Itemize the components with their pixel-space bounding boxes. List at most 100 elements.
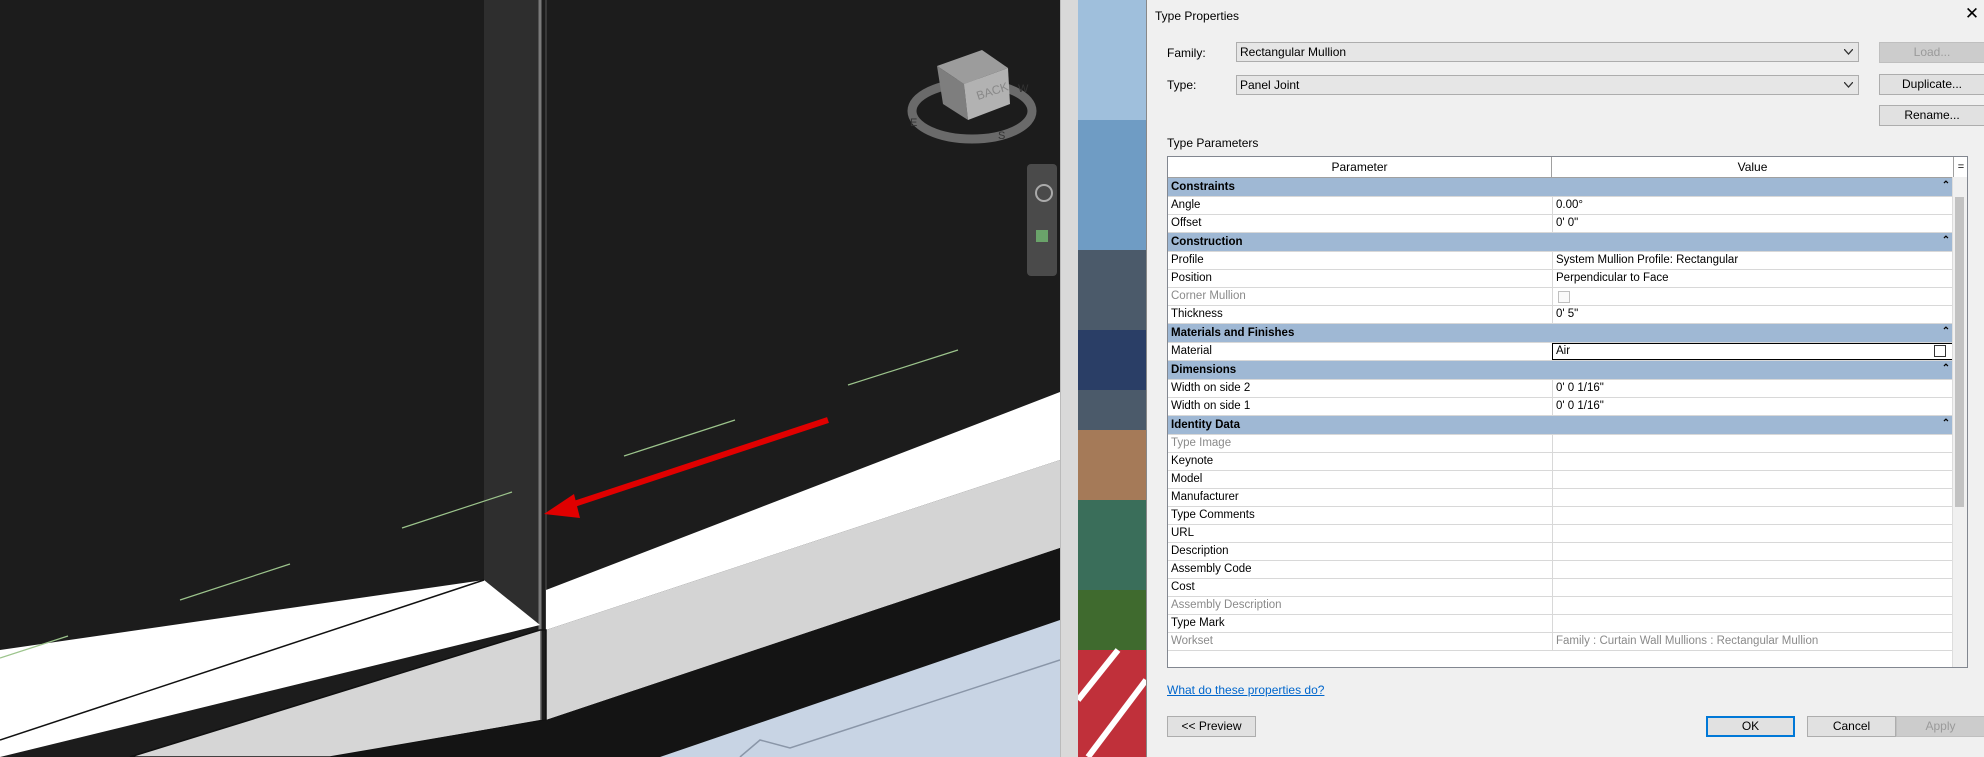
collapse-icon[interactable]: ⌃ bbox=[1940, 417, 1952, 431]
parameter-value: Family : Curtain Wall Mullions : Rectang… bbox=[1552, 633, 1954, 650]
parameter-value[interactable] bbox=[1552, 561, 1954, 578]
chevron-down-icon bbox=[1844, 82, 1853, 88]
parameter-row[interactable]: Cost bbox=[1168, 579, 1954, 597]
parameter-value[interactable]: Perpendicular to Face bbox=[1552, 270, 1954, 287]
parameter-row[interactable]: Description bbox=[1168, 543, 1954, 561]
ok-button[interactable]: OK bbox=[1706, 716, 1795, 737]
parameter-value[interactable]: System Mullion Profile: Rectangular bbox=[1552, 252, 1954, 269]
type-combobox[interactable]: Panel Joint bbox=[1236, 75, 1859, 95]
parameter-value[interactable]: Air bbox=[1552, 343, 1955, 360]
group-header[interactable]: Identity Data ⌃ bbox=[1168, 416, 1954, 435]
parameter-name: Width on side 1 bbox=[1171, 400, 1251, 412]
help-link[interactable]: What do these properties do? bbox=[1167, 683, 1324, 697]
preview-button[interactable]: << Preview bbox=[1167, 716, 1256, 737]
grid-menu-button[interactable]: = bbox=[1955, 157, 1967, 178]
grid-scrollbar[interactable] bbox=[1952, 177, 1967, 667]
browse-material-icon[interactable] bbox=[1934, 345, 1946, 357]
grid-rows: Constraints ⌃ Angle 0.00° Offset 0' 0" Constru… bbox=[1168, 178, 1955, 651]
window-splitter[interactable] bbox=[1060, 0, 1080, 757]
parameter-row[interactable]: Model bbox=[1168, 471, 1954, 489]
type-properties-dialog: Type Properties ✕ Family: Rectangular Mu… bbox=[1146, 0, 1984, 757]
navigation-bar[interactable] bbox=[1027, 164, 1057, 276]
parameter-value[interactable] bbox=[1552, 507, 1954, 524]
close-icon[interactable]: ✕ bbox=[1962, 4, 1982, 24]
parameter-name: URL bbox=[1171, 527, 1195, 539]
3d-viewport[interactable]: BACK E S W bbox=[0, 0, 1060, 757]
zoom-icon[interactable] bbox=[1036, 230, 1048, 242]
parameter-row[interactable]: Position Perpendicular to Face bbox=[1168, 270, 1954, 288]
collapse-icon[interactable]: ⌃ bbox=[1940, 234, 1952, 248]
group-name: Construction bbox=[1171, 236, 1243, 248]
parameter-value[interactable]: 0' 0 1/16" bbox=[1552, 398, 1954, 415]
parameter-value[interactable] bbox=[1552, 543, 1954, 560]
column-value[interactable]: Value bbox=[1552, 157, 1954, 177]
parameter-row[interactable]: Width on side 2 0' 0 1/16" bbox=[1168, 380, 1954, 398]
parameter-value[interactable]: 0.00° bbox=[1552, 197, 1954, 214]
parameter-name: Workset bbox=[1171, 635, 1213, 647]
parameter-value[interactable]: 0' 0" bbox=[1552, 215, 1954, 232]
group-name: Dimensions bbox=[1171, 364, 1237, 376]
cancel-button[interactable]: Cancel bbox=[1807, 716, 1896, 737]
group-header[interactable]: Constraints ⌃ bbox=[1168, 178, 1954, 197]
parameter-name: Type Comments bbox=[1171, 509, 1255, 521]
parameter-value[interactable] bbox=[1552, 471, 1954, 488]
compass-e: E bbox=[910, 117, 917, 129]
parameter-value[interactable] bbox=[1552, 453, 1954, 470]
parameter-row[interactable]: Assembly Code bbox=[1168, 561, 1954, 579]
parameter-row[interactable]: Type Mark bbox=[1168, 615, 1954, 633]
group-header[interactable]: Dimensions ⌃ bbox=[1168, 361, 1954, 380]
parameter-row[interactable]: Angle 0.00° bbox=[1168, 197, 1954, 215]
parameter-value[interactable] bbox=[1552, 489, 1954, 506]
group-name: Constraints bbox=[1171, 181, 1235, 193]
collapse-icon[interactable]: ⌃ bbox=[1940, 179, 1952, 193]
parameter-name: Description bbox=[1171, 545, 1229, 557]
parameter-name: Type Image bbox=[1171, 437, 1232, 449]
type-parameters-label: Type Parameters bbox=[1167, 136, 1259, 150]
parameter-value[interactable]: 0' 5" bbox=[1552, 306, 1954, 323]
model-canvas[interactable]: BACK E S W bbox=[0, 0, 1060, 757]
parameter-row[interactable]: Thickness 0' 5" bbox=[1168, 306, 1954, 324]
parameter-name: Offset bbox=[1171, 217, 1202, 229]
parameter-row[interactable]: Material Air bbox=[1168, 343, 1955, 361]
column-parameter[interactable]: Parameter bbox=[1168, 157, 1552, 177]
parameter-name: Profile bbox=[1171, 254, 1204, 266]
parameter-row[interactable]: Type Comments bbox=[1168, 507, 1954, 525]
family-combobox[interactable]: Rectangular Mullion bbox=[1236, 42, 1859, 62]
group-header[interactable]: Materials and Finishes ⌃ bbox=[1168, 324, 1954, 343]
parameter-row[interactable]: Manufacturer bbox=[1168, 489, 1954, 507]
parameter-value[interactable]: 0' 0 1/16" bbox=[1552, 380, 1954, 397]
collapse-icon[interactable]: ⌃ bbox=[1940, 325, 1952, 339]
duplicate-button[interactable]: Duplicate... bbox=[1879, 74, 1984, 95]
steering-wheel-icon[interactable] bbox=[1035, 184, 1053, 202]
family-value: Rectangular Mullion bbox=[1240, 45, 1347, 59]
parameter-value bbox=[1552, 288, 1954, 305]
parameter-name: Keynote bbox=[1171, 455, 1214, 467]
type-value: Panel Joint bbox=[1240, 78, 1300, 92]
family-label: Family: bbox=[1167, 46, 1206, 60]
type-parameters-grid[interactable]: Parameter Value Constraints ⌃ Angle 0.00° Of… bbox=[1167, 156, 1968, 668]
parameter-value bbox=[1552, 435, 1954, 452]
parameter-name: Thickness bbox=[1171, 308, 1223, 320]
load-button[interactable]: Load... bbox=[1879, 42, 1984, 63]
parameter-row[interactable]: Width on side 1 0' 0 1/16" bbox=[1168, 398, 1954, 416]
mullion-face bbox=[484, 0, 540, 625]
parameter-value[interactable] bbox=[1552, 579, 1954, 596]
collapse-icon[interactable]: ⌃ bbox=[1940, 362, 1952, 376]
parameter-row[interactable]: Profile System Mullion Profile: Rectangul… bbox=[1168, 252, 1954, 270]
apply-button[interactable]: Apply bbox=[1896, 716, 1984, 737]
chevron-down-icon bbox=[1844, 49, 1853, 55]
parameter-row[interactable]: Offset 0' 0" bbox=[1168, 215, 1954, 233]
parameter-row[interactable]: Type Image bbox=[1168, 435, 1954, 453]
parameter-row[interactable]: URL bbox=[1168, 525, 1954, 543]
group-header[interactable]: Construction ⌃ bbox=[1168, 233, 1954, 252]
parameter-name: Assembly Code bbox=[1171, 563, 1252, 575]
parameter-name: Assembly Description bbox=[1171, 599, 1282, 611]
rename-button[interactable]: Rename... bbox=[1879, 105, 1984, 126]
parameter-row[interactable]: Keynote bbox=[1168, 453, 1954, 471]
parameter-value[interactable] bbox=[1552, 615, 1954, 632]
scrollbar-thumb[interactable] bbox=[1955, 197, 1964, 507]
parameter-row[interactable]: Assembly Description bbox=[1168, 597, 1954, 615]
parameter-value[interactable] bbox=[1552, 525, 1954, 542]
parameter-row[interactable]: Workset Family : Curtain Wall Mullions : … bbox=[1168, 633, 1954, 651]
parameter-row[interactable]: Corner Mullion bbox=[1168, 288, 1954, 306]
